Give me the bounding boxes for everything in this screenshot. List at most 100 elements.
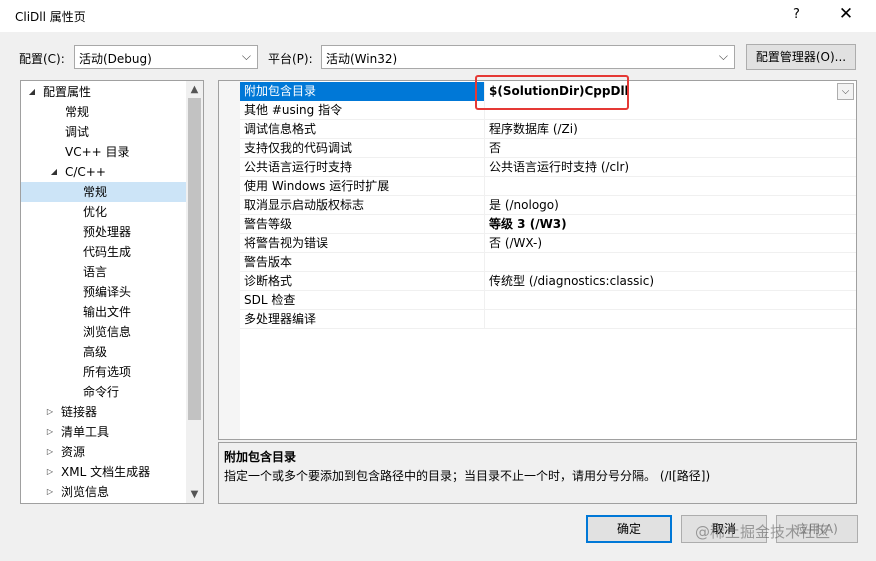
close-button[interactable]: ✕ [836, 4, 856, 26]
property-value[interactable] [485, 253, 856, 272]
tree-item-label: 优化 [83, 205, 108, 219]
tree-item-label: 资源 [61, 445, 86, 459]
collapsed-arrow-icon[interactable]: ▷ [45, 482, 55, 502]
tree-item[interactable]: 代码生成 [21, 242, 186, 262]
tree-item[interactable]: ◢ 配置属性 [21, 82, 186, 102]
tree-item-label: VC++ 目录 [65, 145, 130, 159]
tree-item[interactable]: 调试 [21, 122, 186, 142]
config-select-value: 活动(Debug) [79, 52, 152, 66]
tree-item-label: 预处理器 [83, 225, 132, 239]
tree-item-label: 代码生成 [83, 245, 132, 259]
platform-label: 平台(P): [268, 52, 313, 66]
property-value[interactable] [485, 291, 856, 310]
tree-item[interactable]: 输出文件 [21, 302, 186, 322]
property-name: 公共语言运行时支持 [240, 158, 485, 177]
annotation-box [475, 75, 629, 110]
property-row[interactable]: 支持仅我的代码调试否 [240, 139, 856, 158]
property-row[interactable]: SDL 检查 [240, 291, 856, 310]
help-button[interactable]: ? [793, 7, 800, 22]
property-row[interactable]: 调试信息格式 程序数据库 (/Zi) [240, 120, 856, 139]
description-panel: 附加包含目录 指定一个或多个要添加到包含路径中的目录；当目录不止一个时，请用分号… [218, 442, 857, 504]
tree-item[interactable]: 浏览信息 [21, 322, 186, 342]
tree-item-label: 命令行 [83, 385, 120, 399]
tree-item[interactable]: 常规 [21, 102, 186, 122]
property-name: 警告版本 [240, 253, 485, 272]
tree-item-label: 输出文件 [83, 305, 132, 319]
property-name: 调试信息格式 [240, 120, 485, 139]
tree-item-label: 常规 [65, 105, 90, 119]
config-manager-label: 配置管理器(O)... [755, 50, 847, 64]
tree-item[interactable]: ◢ C/C++ [21, 162, 186, 182]
property-row[interactable]: 多处理器编译 [240, 310, 856, 329]
property-value[interactable]: 公共语言运行时支持 (/clr) [485, 158, 856, 177]
tree-item[interactable]: 优化 [21, 202, 186, 222]
tree-item-label: 语言 [83, 265, 108, 279]
property-value[interactable] [485, 177, 856, 196]
tree-item[interactable]: ▷ 资源 [21, 442, 186, 462]
platform-select-value: 活动(Win32) [326, 52, 398, 66]
property-value[interactable]: 否 (/WX-) [485, 234, 856, 253]
property-value[interactable]: 传统型 (/diagnostics:classic) [485, 272, 856, 291]
tree-item[interactable]: ▷ 清单工具 [21, 422, 186, 442]
tree-item-label: 浏览信息 [83, 325, 132, 339]
scroll-thumb[interactable] [188, 98, 201, 420]
tree-scrollbar[interactable]: ▲ ▼ [186, 81, 203, 503]
tree-item-label: XML 文档生成器 [61, 465, 151, 479]
collapsed-arrow-icon[interactable]: ▷ [45, 462, 55, 482]
property-value[interactable]: 等级 3 (/W3) [485, 215, 856, 234]
collapsed-arrow-icon[interactable]: ▷ [45, 402, 55, 422]
tree-item[interactable]: ▷ 浏览信息 [21, 482, 186, 502]
chevron-down-icon: ⌵ [241, 49, 251, 63]
tree-item-label: 常规 [83, 185, 108, 199]
tree-item-label: 清单工具 [61, 425, 110, 439]
window-title: CliDll 属性页 [15, 10, 86, 24]
expanded-arrow-icon[interactable]: ◢ [49, 162, 59, 182]
tree-item[interactable]: 常规 [21, 182, 186, 202]
scroll-up-icon[interactable]: ▲ [186, 81, 203, 98]
property-row[interactable]: 将警告视为错误否 (/WX-) [240, 234, 856, 253]
collapsed-arrow-icon[interactable]: ▷ [45, 442, 55, 462]
chevron-down-icon: ⌵ [718, 49, 728, 63]
tree-item[interactable]: 语言 [21, 262, 186, 282]
tree-item[interactable]: 命令行 [21, 382, 186, 402]
tree-item[interactable]: 预编译头 [21, 282, 186, 302]
tree-item-label: 调试 [65, 125, 90, 139]
tree-item-label: C/C++ [65, 165, 106, 179]
collapsed-arrow-icon[interactable]: ▷ [45, 422, 55, 442]
tree-item[interactable]: 高级 [21, 342, 186, 362]
config-select[interactable]: 活动(Debug) ⌵ [74, 45, 258, 69]
property-name: 警告等级 [240, 215, 485, 234]
description-text: 指定一个或多个要添加到包含路径中的目录；当目录不止一个时，请用分号分隔。 (/I… [224, 469, 711, 483]
property-value[interactable]: 是 (/nologo) [485, 196, 856, 215]
property-name: 多处理器编译 [240, 310, 485, 329]
property-name: 附加包含目录 [240, 82, 485, 101]
scroll-down-icon[interactable]: ▼ [186, 486, 203, 503]
property-row[interactable]: 警告版本 [240, 253, 856, 272]
ok-button[interactable]: 确定 [586, 515, 672, 543]
tree-item-label: 预编译头 [83, 285, 132, 299]
property-row[interactable]: 警告等级 等级 3 (/W3) [240, 215, 856, 234]
config-manager-button[interactable]: 配置管理器(O)... [746, 44, 856, 70]
tree-item[interactable]: 所有选项 [21, 362, 186, 382]
property-row[interactable]: 使用 Windows 运行时扩展 [240, 177, 856, 196]
property-row[interactable]: 公共语言运行时支持 公共语言运行时支持 (/clr) [240, 158, 856, 177]
watermark: @稀土掘金技术社区 [695, 523, 831, 541]
property-value[interactable]: 程序数据库 (/Zi) [485, 120, 856, 139]
property-row[interactable]: 诊断格式 传统型 (/diagnostics:classic) [240, 272, 856, 291]
tree-item[interactable]: 预处理器 [21, 222, 186, 242]
platform-select[interactable]: 活动(Win32) ⌵ [321, 45, 735, 69]
tree-item[interactable]: ▷ 链接器 [21, 402, 186, 422]
tree-item[interactable]: ▷ XML 文档生成器 [21, 462, 186, 482]
property-grid: 附加包含目录 $(SolutionDir)CppDll ⌵ 其他 #using 指令调… [218, 80, 857, 440]
property-name: 诊断格式 [240, 272, 485, 291]
tree-item[interactable]: VC++ 目录 [21, 142, 186, 162]
expanded-arrow-icon[interactable]: ◢ [27, 82, 37, 102]
property-value[interactable]: 否 [485, 139, 856, 158]
tree-item-label: 所有选项 [83, 365, 132, 379]
property-name: 取消显示启动版权标志 [240, 196, 485, 215]
tree-item-label: 链接器 [61, 405, 98, 419]
property-value[interactable] [485, 310, 856, 329]
chevron-down-icon[interactable]: ⌵ [837, 83, 854, 100]
property-name: 使用 Windows 运行时扩展 [240, 177, 485, 196]
property-row[interactable]: 取消显示启动版权标志是 (/nologo) [240, 196, 856, 215]
